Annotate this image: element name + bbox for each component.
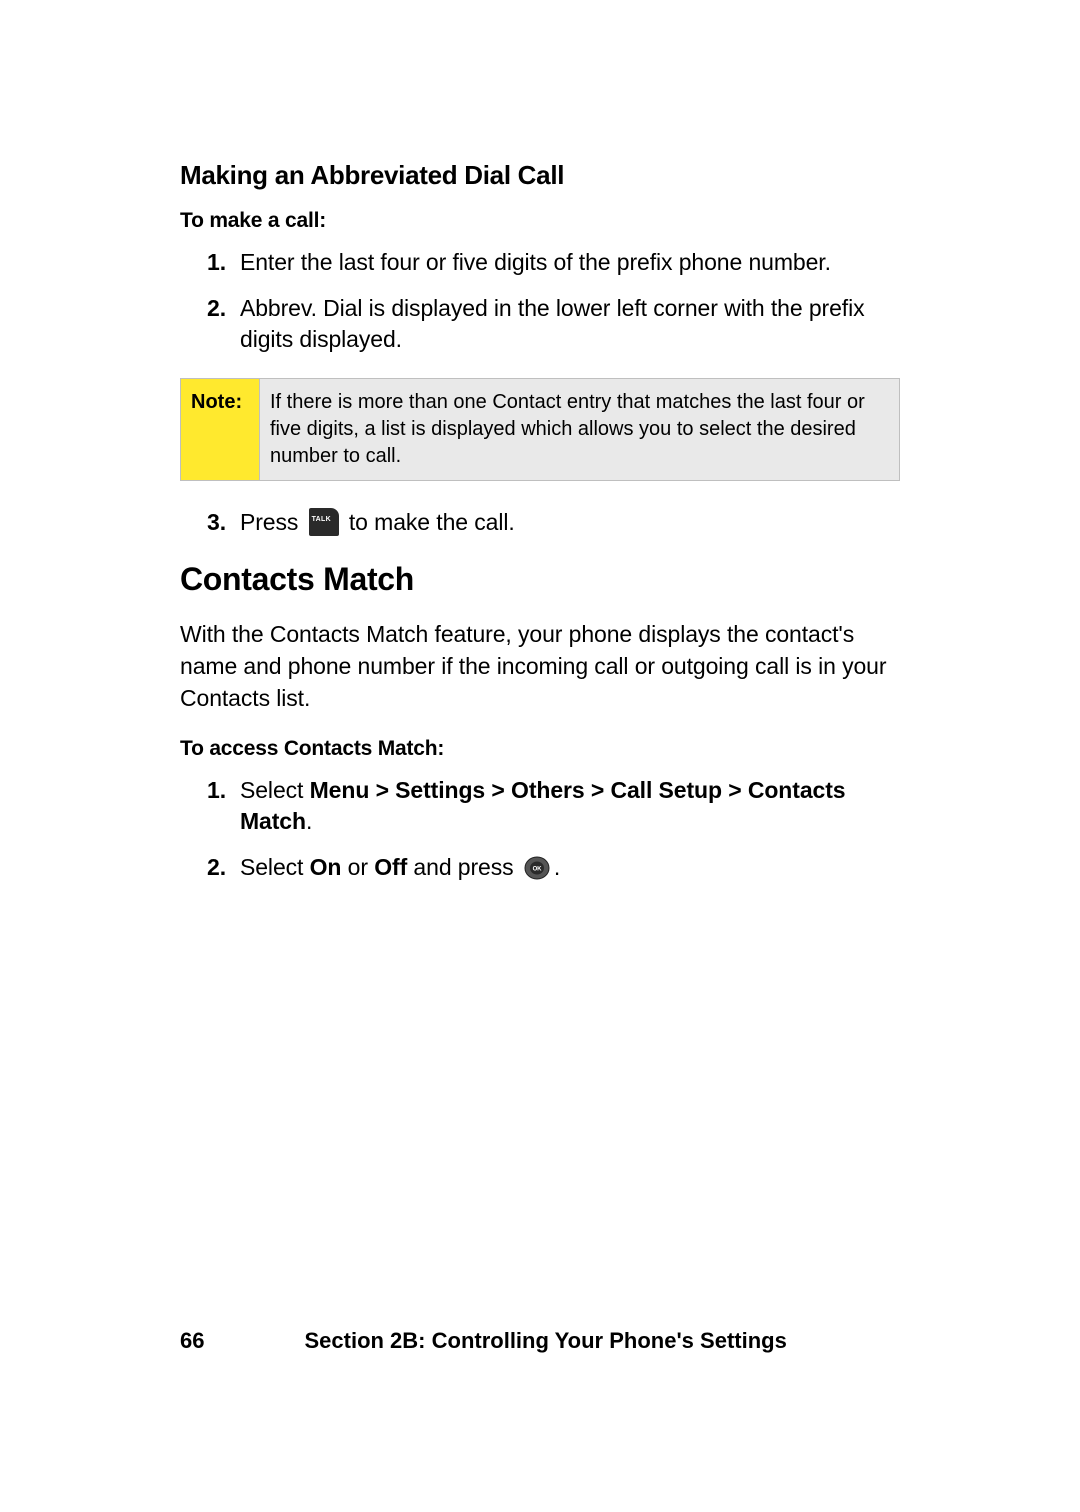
step-text: Press to make the call.	[240, 507, 900, 539]
menu-path: Menu > Settings > Others > Call Setup > …	[240, 777, 845, 835]
step-item: 1. Select Menu > Settings > Others > Cal…	[180, 775, 900, 838]
lead-access-contacts-match: To access Contacts Match:	[180, 737, 900, 761]
steps-list-2: 1. Select Menu > Settings > Others > Cal…	[180, 775, 900, 884]
option-off: Off	[374, 854, 407, 880]
page-footer: 66 Section 2B: Controlling Your Phone's …	[180, 1328, 900, 1354]
step-item: 2. Select On or Off and press OK .	[180, 852, 900, 884]
step-text-post: .	[306, 808, 312, 834]
step-number: 3.	[180, 507, 240, 539]
step-number: 2.	[180, 293, 240, 356]
lead-to-make-call: To make a call:	[180, 209, 900, 233]
svg-text:OK: OK	[532, 866, 542, 872]
steps-list-1b: 3. Press to make the call.	[180, 507, 900, 539]
heading-abbrev-dial: Making an Abbreviated Dial Call	[180, 160, 900, 191]
step-number: 1.	[180, 247, 240, 279]
step-item: 2. Abbrev. Dial is displayed in the lowe…	[180, 293, 900, 356]
paragraph-contacts-match: With the Contacts Match feature, your ph…	[180, 618, 900, 715]
option-on: On	[310, 854, 342, 880]
note-body: If there is more than one Contact entry …	[260, 379, 899, 480]
txt-e: and press	[407, 854, 520, 880]
step-item: 3. Press to make the call.	[180, 507, 900, 539]
txt-c: or	[341, 854, 374, 880]
txt-a: Select	[240, 854, 310, 880]
txt-f: .	[554, 854, 560, 880]
step-text: Select On or Off and press OK .	[240, 852, 900, 884]
note-box: Note: If there is more than one Contact …	[180, 378, 900, 481]
steps-list-1: 1. Enter the last four or five digits of…	[180, 247, 900, 356]
step-text-pre: Select	[240, 777, 310, 803]
manual-page: Making an Abbreviated Dial Call To make …	[0, 0, 1080, 1512]
step-number: 2.	[180, 852, 240, 884]
ok-key-icon: OK	[524, 855, 550, 881]
page-number: 66	[180, 1328, 204, 1354]
step-text: Select Menu > Settings > Others > Call S…	[240, 775, 900, 838]
step-text: Enter the last four or five digits of th…	[240, 247, 900, 279]
talk-key-icon	[309, 508, 339, 536]
step-number: 1.	[180, 775, 240, 838]
section-title: Section 2B: Controlling Your Phone's Set…	[304, 1328, 786, 1354]
step-item: 1. Enter the last four or five digits of…	[180, 247, 900, 279]
step-text-pre: Press	[240, 509, 305, 535]
step-text: Abbrev. Dial is displayed in the lower l…	[240, 293, 900, 356]
step-text-post: to make the call.	[343, 509, 515, 535]
note-label: Note:	[181, 379, 260, 480]
heading-contacts-match: Contacts Match	[180, 561, 900, 598]
